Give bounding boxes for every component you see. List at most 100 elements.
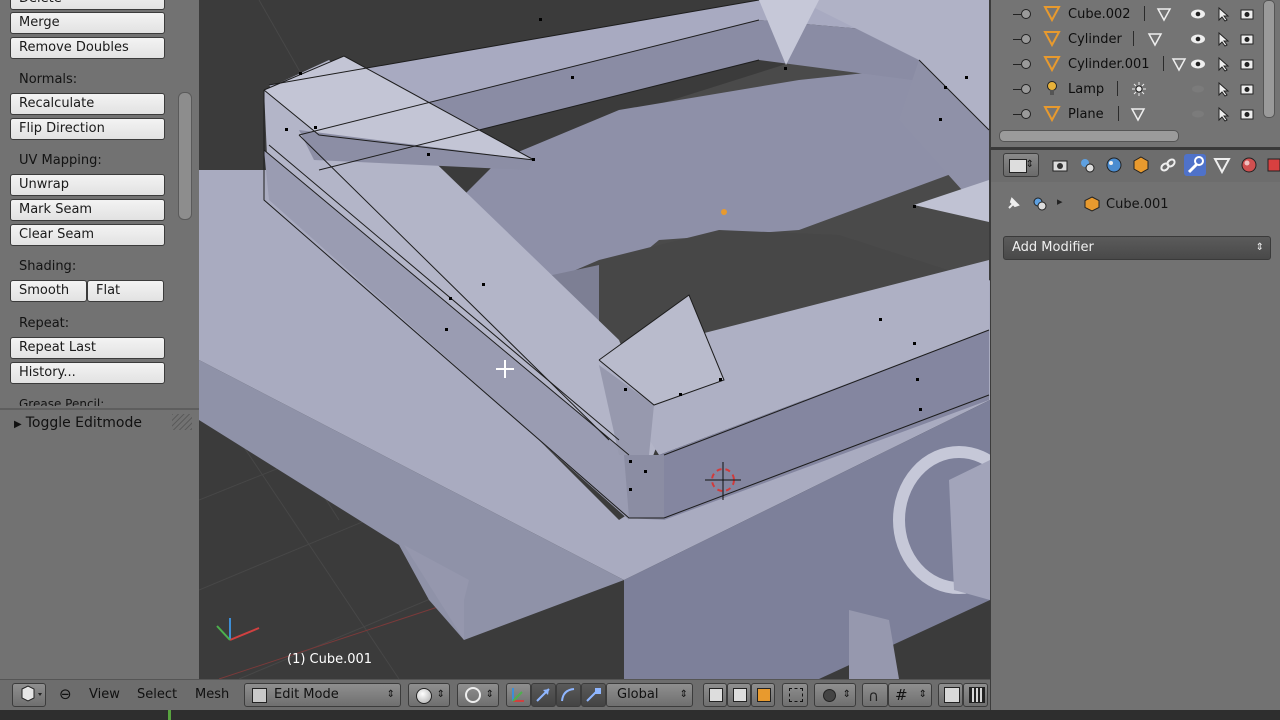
proportional-edit-dropdown[interactable]: ⇕ <box>814 683 856 707</box>
texture-tab-icon[interactable] <box>1263 154 1280 176</box>
mesh-data-icon[interactable] <box>1147 31 1163 47</box>
current-frame-marker <box>168 710 171 720</box>
outliner-item-plane[interactable]: Plane <box>991 103 1261 128</box>
viewport-scene <box>199 0 990 679</box>
outliner-item-cube-002[interactable]: Cube.002 <box>991 3 1261 28</box>
delete-button[interactable]: Delete <box>10 0 165 10</box>
vertex-select-button[interactable] <box>703 683 727 707</box>
flat-button[interactable]: Flat <box>87 280 164 302</box>
render-tab-camera-icon[interactable] <box>1049 154 1071 176</box>
pin-icon[interactable] <box>1004 195 1022 213</box>
eye-icon[interactable] <box>1190 81 1206 97</box>
expand-dot-icon[interactable] <box>1021 109 1031 119</box>
expand-dot-icon[interactable] <box>1021 84 1031 94</box>
repeat-last-button[interactable]: Repeat Last <box>10 337 165 359</box>
camera-render-icon[interactable] <box>1239 31 1255 47</box>
timeline-strip <box>0 710 1280 720</box>
clear-seam-button[interactable]: Clear Seam <box>10 224 165 246</box>
cursor-select-icon[interactable] <box>1215 81 1231 97</box>
edge-select-button[interactable] <box>727 683 751 707</box>
orientation-label: Global <box>617 687 659 702</box>
expand-dot-icon[interactable] <box>1021 34 1031 44</box>
limit-selection-button[interactable] <box>782 683 808 707</box>
outliner-item-label: Cylinder.001 <box>1068 57 1150 72</box>
translate-manipulator-button[interactable] <box>531 683 556 707</box>
menu-view[interactable]: View <box>89 687 120 702</box>
mesh-data-icon[interactable] <box>1156 6 1172 22</box>
outliner-item-cylinder-001[interactable]: Cylinder.001 <box>991 53 1261 78</box>
outliner-horizontal-scrollbar[interactable] <box>999 130 1179 142</box>
flip-direction-button[interactable]: Flip Direction <box>10 118 165 140</box>
mesh-data-tab-icon[interactable] <box>1211 154 1233 176</box>
world-tab-icon[interactable] <box>1130 154 1152 176</box>
expand-dot-icon[interactable] <box>1021 9 1031 19</box>
separator <box>1144 6 1145 21</box>
scale-manipulator-button[interactable] <box>581 683 606 707</box>
merge-button[interactable]: Merge <box>10 12 165 34</box>
eye-icon[interactable] <box>1190 31 1206 47</box>
toggle-editmode-panel[interactable]: ▶ Toggle Editmode <box>14 415 142 431</box>
constraints-link-icon[interactable] <box>1157 154 1179 176</box>
area-divider[interactable] <box>991 147 1280 148</box>
menu-select[interactable]: Select <box>137 687 177 702</box>
camera-render-icon[interactable] <box>1239 6 1255 22</box>
mode-dropdown[interactable]: Edit Mode ⇕ <box>244 683 401 707</box>
face-select-button[interactable] <box>751 683 775 707</box>
menu-mesh[interactable]: Mesh <box>195 687 229 702</box>
cursor-select-icon[interactable] <box>1215 31 1231 47</box>
snap-toggle[interactable]: ∩ <box>862 683 888 707</box>
normals-label: Normals: <box>19 72 78 87</box>
camera-render-icon[interactable] <box>1239 56 1255 72</box>
modifiers-wrench-icon[interactable] <box>1184 154 1206 176</box>
rotate-manipulator-icon <box>561 688 575 702</box>
camera-render-icon[interactable] <box>1239 106 1255 122</box>
toolshelf-scrollbar[interactable] <box>178 92 192 220</box>
cursor-select-icon[interactable] <box>1215 6 1231 22</box>
active-object-label: (1) Cube.001 <box>287 652 373 667</box>
eye-icon[interactable] <box>1190 106 1206 122</box>
scene-tab-icon[interactable] <box>1103 154 1125 176</box>
rotate-manipulator-button[interactable] <box>556 683 581 707</box>
mesh-data-icon[interactable] <box>1130 106 1146 122</box>
triangle-right-icon: ▶ <box>14 419 22 430</box>
mark-seam-button[interactable]: Mark Seam <box>10 199 165 221</box>
viewport-shading-dropdown[interactable]: ⇕ <box>408 683 450 707</box>
camera-render-icon[interactable] <box>1239 81 1255 97</box>
expand-dot-icon[interactable] <box>1021 59 1031 69</box>
lamp-icon <box>1047 81 1057 95</box>
eye-icon[interactable] <box>1190 6 1206 22</box>
lamp-data-icon[interactable] <box>1131 81 1147 97</box>
editor-type-button[interactable] <box>12 683 46 707</box>
edge-select-icon <box>733 688 747 702</box>
outliner-vertical-scrollbar[interactable] <box>1263 0 1275 118</box>
render-layers-tab-icon[interactable] <box>1076 154 1098 176</box>
tree-line <box>1013 14 1021 15</box>
remove-doubles-button[interactable]: Remove Doubles <box>10 37 165 59</box>
unwrap-button[interactable]: Unwrap <box>10 174 165 196</box>
eye-icon[interactable] <box>1190 56 1206 72</box>
snap-element-dropdown[interactable]: # ⇕ <box>888 683 932 707</box>
separator <box>1117 81 1118 96</box>
cursor-select-icon[interactable] <box>1215 106 1231 122</box>
material-tab-icon[interactable] <box>1238 154 1260 176</box>
recalculate-button[interactable]: Recalculate <box>10 93 165 115</box>
manipulator-toggle[interactable] <box>506 683 531 707</box>
render-animation-button[interactable] <box>963 683 988 707</box>
smooth-button[interactable]: Smooth <box>10 280 87 302</box>
editor-type-button[interactable]: ⇕ <box>1003 153 1039 177</box>
tree-line <box>1013 64 1021 65</box>
collapse-menus-icon[interactable]: ⊖ <box>59 685 72 703</box>
mesh-data-icon[interactable] <box>1171 56 1187 72</box>
3d-viewport[interactable]: (1) Cube.001 <box>199 0 990 679</box>
outliner-item-label: Lamp <box>1068 82 1105 97</box>
cursor-select-icon[interactable] <box>1215 56 1231 72</box>
transform-orientation-dropdown[interactable]: Global ⇕ <box>606 683 693 707</box>
pivot-dropdown[interactable]: ⇕ <box>457 683 499 707</box>
render-opengl-button[interactable] <box>938 683 963 707</box>
object-cube-icon <box>1084 196 1100 212</box>
add-modifier-dropdown[interactable]: Add Modifier ⇕ <box>1003 236 1271 260</box>
drag-grip-icon[interactable] <box>172 414 192 430</box>
outliner-item-lamp[interactable]: Lamp <box>991 78 1261 103</box>
history-button[interactable]: History... <box>10 362 165 384</box>
outliner-item-cylinder[interactable]: Cylinder <box>991 28 1261 53</box>
